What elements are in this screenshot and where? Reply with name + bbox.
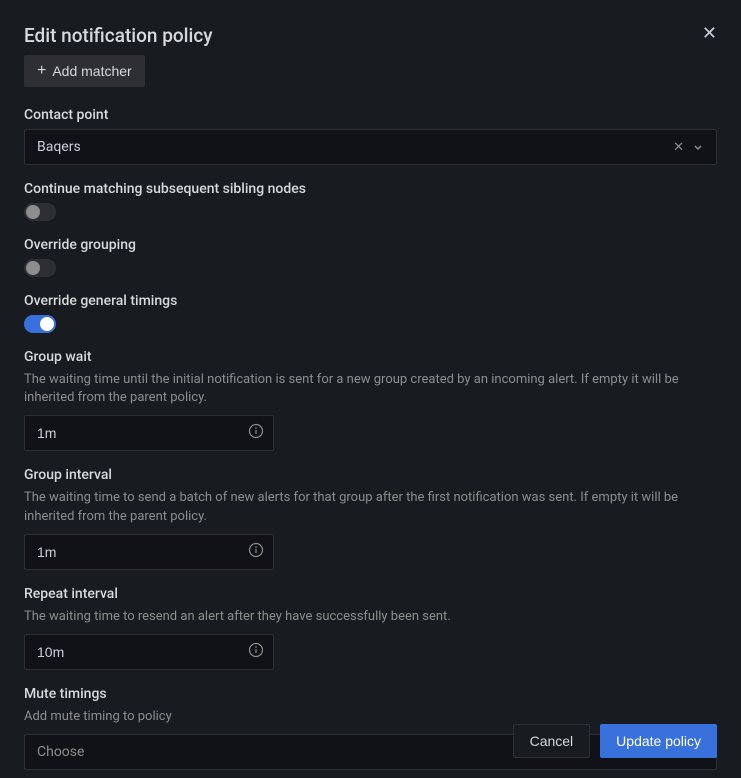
close-button[interactable]: ✕: [702, 24, 717, 42]
add-matcher-button[interactable]: + Add matcher: [24, 55, 145, 87]
continue-matching-field: Continue matching subsequent sibling nod…: [24, 181, 717, 221]
add-matcher-label: Add matcher: [52, 63, 131, 79]
contact-point-select[interactable]: Baqers ✕: [24, 129, 717, 165]
mute-timings-label: Mute timings: [24, 686, 717, 702]
group-interval-field: Group interval The waiting time to send …: [24, 467, 717, 569]
toggle-knob: [26, 261, 40, 275]
info-icon[interactable]: [248, 423, 264, 443]
close-icon: ✕: [702, 23, 717, 43]
repeat-interval-field: Repeat interval The waiting time to rese…: [24, 586, 717, 670]
group-interval-description: The waiting time to send a batch of new …: [24, 489, 717, 525]
repeat-interval-description: The waiting time to resend an alert afte…: [24, 608, 717, 626]
modal-title: Edit notification policy: [24, 24, 213, 47]
override-timings-toggle[interactable]: [24, 315, 56, 333]
group-interval-input[interactable]: [24, 534, 274, 570]
continue-matching-label: Continue matching subsequent sibling nod…: [24, 181, 717, 197]
toggle-knob: [26, 205, 40, 219]
plus-icon: +: [37, 62, 46, 80]
modal-header: Edit notification policy ✕: [24, 24, 717, 47]
edit-policy-modal: Edit notification policy ✕ + Add matcher…: [0, 0, 741, 778]
override-timings-label: Override general timings: [24, 293, 717, 309]
override-timings-field: Override general timings: [24, 293, 717, 333]
override-grouping-toggle[interactable]: [24, 259, 56, 277]
repeat-interval-input[interactable]: [24, 634, 274, 670]
info-icon[interactable]: [248, 642, 264, 662]
contact-point-label: Contact point: [24, 107, 717, 123]
contact-point-field: Contact point Baqers ✕: [24, 107, 717, 165]
toggle-knob: [40, 317, 54, 331]
info-icon[interactable]: [248, 542, 264, 562]
chevron-down-icon[interactable]: [692, 141, 704, 153]
update-policy-button[interactable]: Update policy: [600, 724, 717, 758]
override-grouping-label: Override grouping: [24, 237, 717, 253]
clear-icon[interactable]: ✕: [673, 140, 684, 155]
modal-footer: Cancel Update policy: [513, 724, 717, 758]
group-wait-field: Group wait The waiting time until the in…: [24, 349, 717, 451]
group-interval-label: Group interval: [24, 467, 717, 483]
contact-point-value: Baqers: [37, 139, 673, 155]
continue-matching-toggle[interactable]: [24, 203, 56, 221]
group-wait-label: Group wait: [24, 349, 717, 365]
group-wait-input[interactable]: [24, 415, 274, 451]
group-wait-description: The waiting time until the initial notif…: [24, 371, 717, 407]
override-grouping-field: Override grouping: [24, 237, 717, 277]
cancel-button[interactable]: Cancel: [513, 724, 591, 758]
repeat-interval-label: Repeat interval: [24, 586, 717, 602]
